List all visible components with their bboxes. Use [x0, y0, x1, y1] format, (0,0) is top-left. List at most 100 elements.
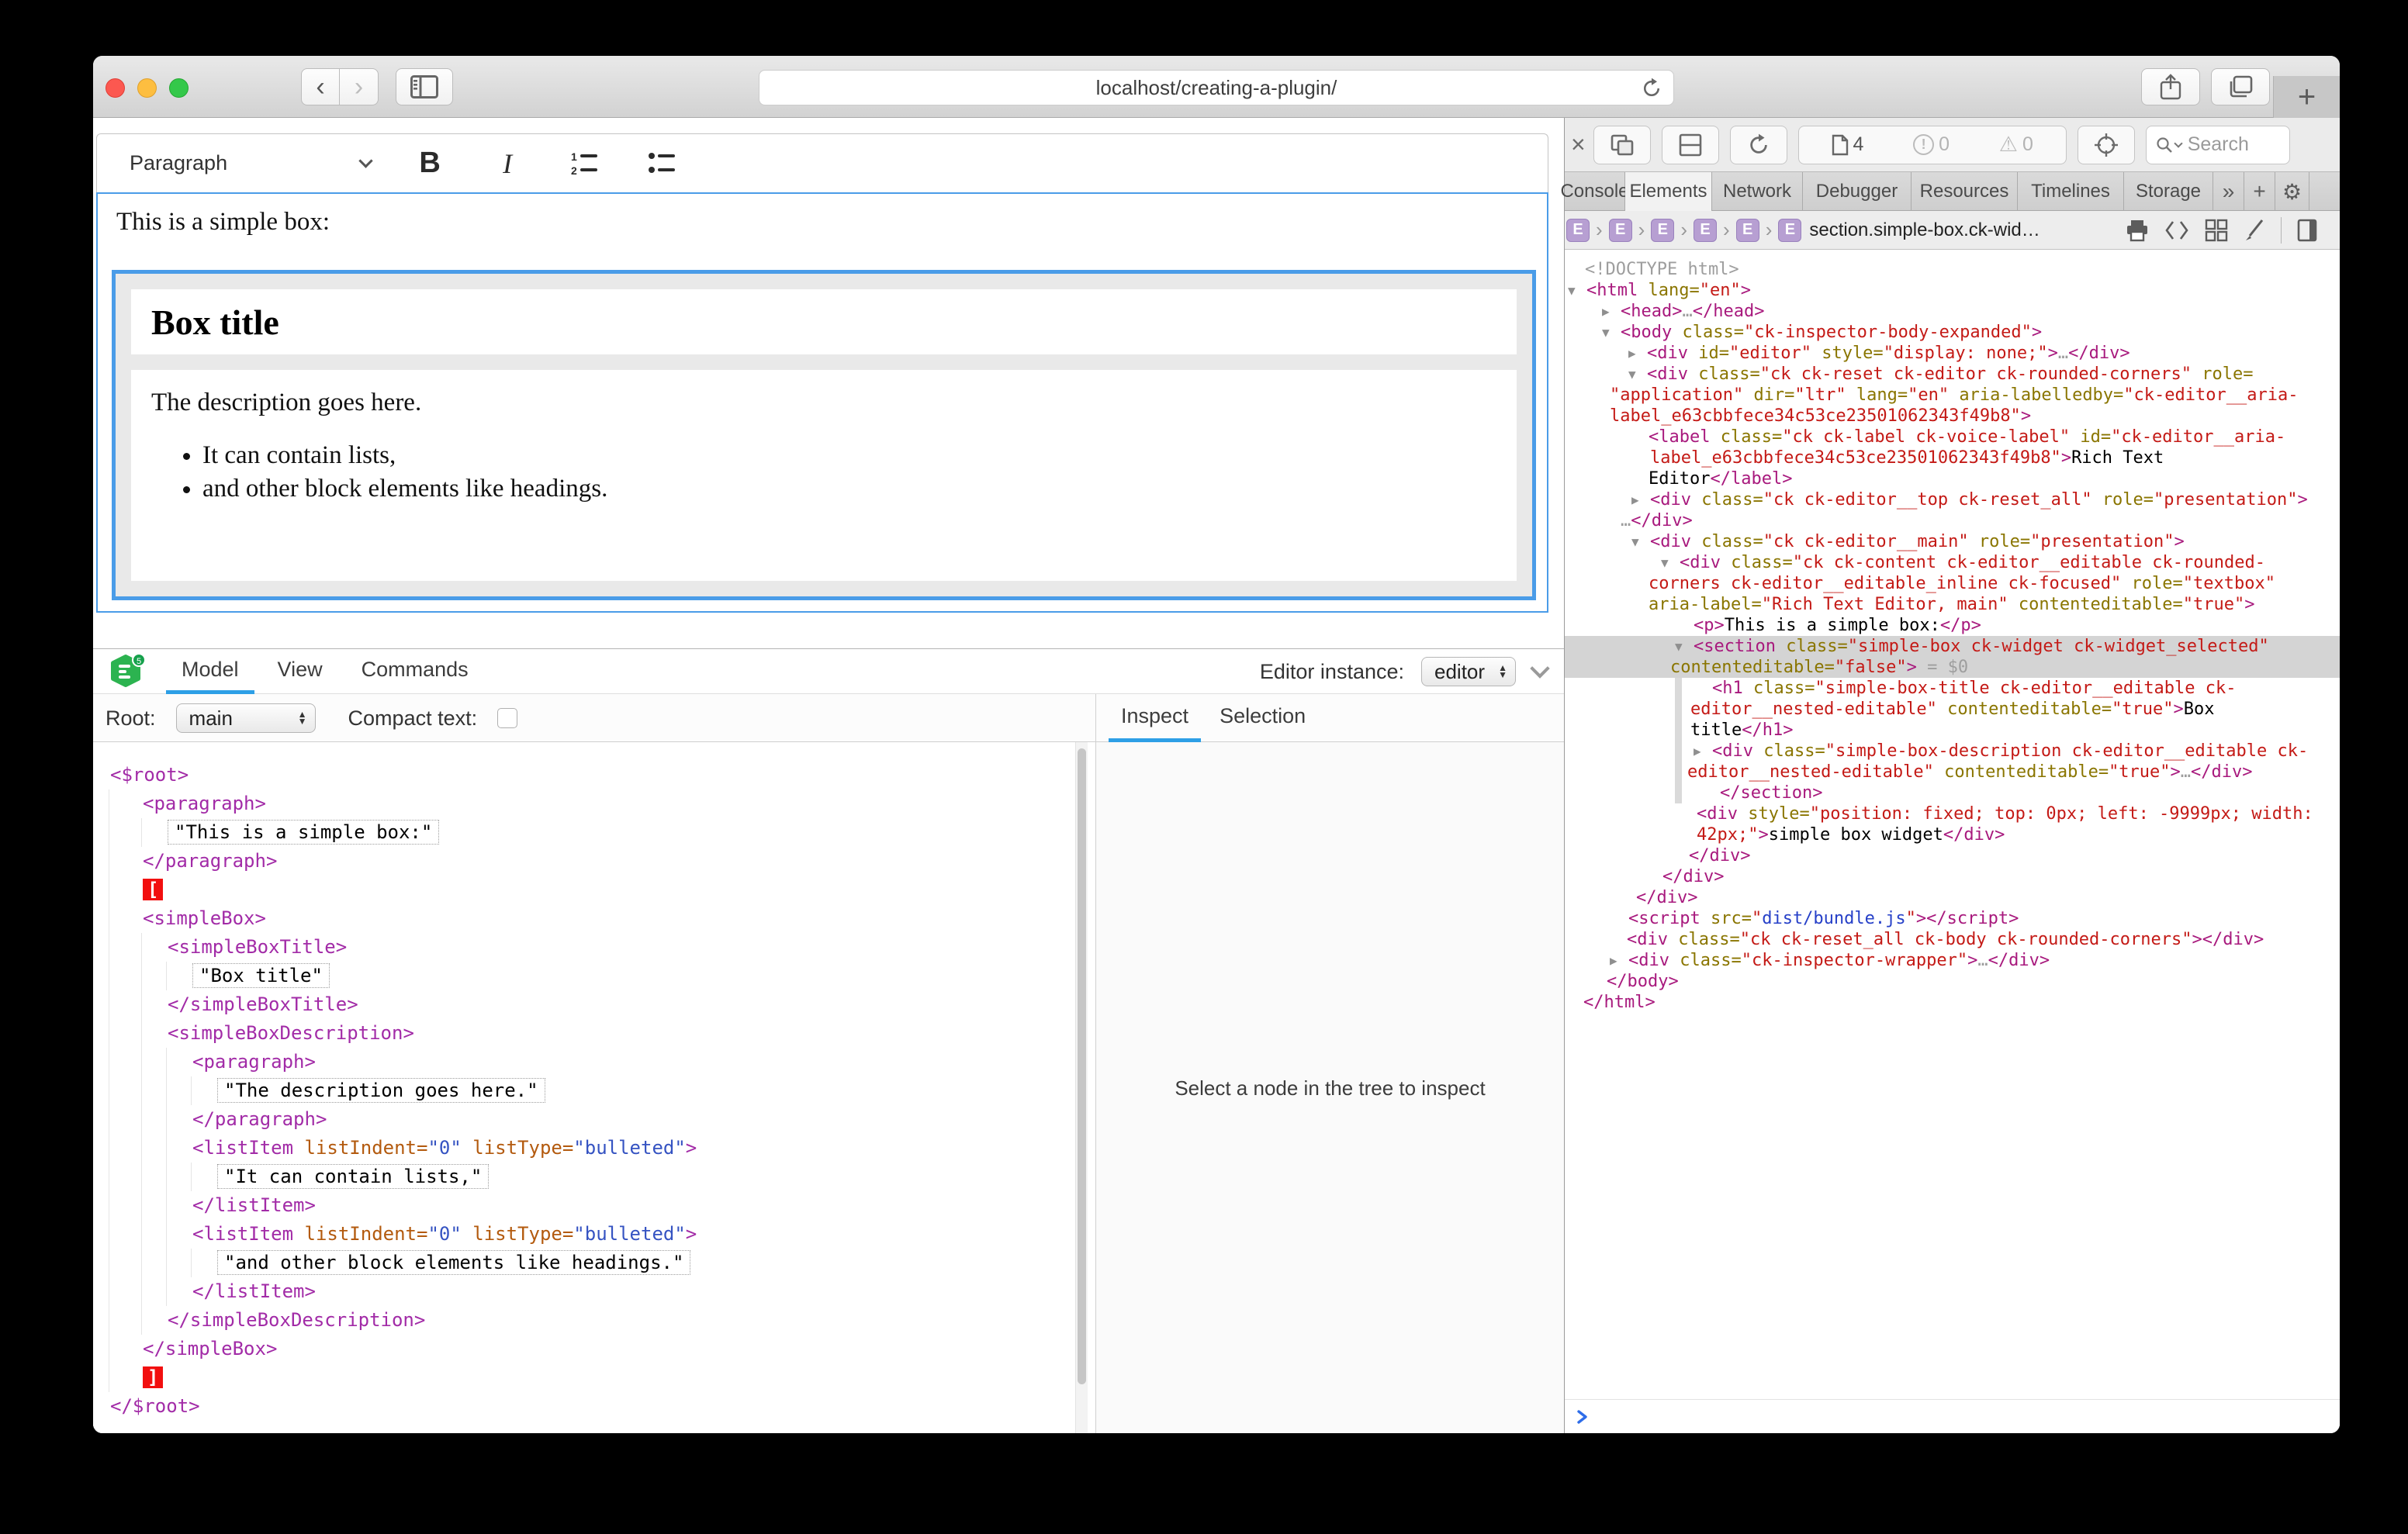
close-devtools-button[interactable]: × — [1571, 130, 1586, 159]
model-tree-node[interactable]: </listItem> — [93, 1191, 1075, 1220]
share-button[interactable] — [2141, 68, 2200, 105]
resource-status-group[interactable]: 4 ! 0 ⚠ 0 — [1798, 126, 2067, 164]
breadcrumb-element-badge[interactable]: E — [1609, 219, 1632, 242]
devtools-code-line[interactable]: label_e63cbbfece34c53ce23501062343f49b8"… — [1565, 447, 2340, 468]
model-tree-node[interactable]: </simpleBoxDescription> — [93, 1306, 1075, 1335]
devtools-settings-gear[interactable]: ⚙ — [2275, 172, 2309, 211]
model-tree-node[interactable]: <listItem listIndent="0" listType="bulle… — [93, 1134, 1075, 1163]
bulleted-list-button[interactable] — [644, 145, 681, 182]
model-tree-node[interactable]: </simpleBoxTitle> — [93, 990, 1075, 1019]
devtools-code-line[interactable]: contenteditable="false"> = $0 — [1565, 657, 2340, 678]
editor-instance-select[interactable]: editor ▲▼ — [1421, 657, 1516, 686]
devtools-tab-timelines[interactable]: Timelines — [2018, 172, 2124, 211]
model-tree-node[interactable]: "and other block elements like headings.… — [93, 1249, 1075, 1277]
model-tree-node[interactable]: "Box title" — [93, 962, 1075, 990]
breadcrumb-element-badge[interactable]: E — [1778, 219, 1801, 242]
devtools-tab-add[interactable]: + — [2244, 172, 2275, 211]
root-select[interactable]: main ▲▼ — [176, 703, 316, 733]
devtools-code-line[interactable]: corners ck-editor__editable_inline ck-fo… — [1565, 573, 2340, 594]
model-text-node[interactable]: "This is a simple box:" — [168, 820, 439, 845]
devtools-code-line[interactable]: <p>This is a simple box:</p> — [1565, 615, 2340, 636]
inspector-tab-commands[interactable]: Commands — [346, 649, 484, 694]
model-tree-node[interactable]: </paragraph> — [93, 847, 1075, 876]
minimize-window-button[interactable] — [137, 78, 157, 98]
breadcrumb-element-badge[interactable]: E — [1651, 219, 1674, 242]
devtools-tab-resources[interactable]: Resources — [1912, 172, 2018, 211]
model-text-node[interactable]: "and other block elements like headings.… — [217, 1250, 690, 1275]
tab-overview-button[interactable] — [2211, 68, 2270, 105]
devtools-code-line[interactable]: "application" dir="ltr" lang="en" aria-l… — [1565, 385, 2340, 406]
devtools-code-line[interactable]: </html> — [1565, 992, 2340, 1013]
devtools-code-line[interactable]: aria-label="Rich Text Editor, main" cont… — [1565, 594, 2340, 615]
model-text-node[interactable]: "The description goes here." — [217, 1078, 545, 1103]
breadcrumb-element-badge[interactable]: E — [1736, 219, 1759, 242]
tree-scrollbar[interactable] — [1075, 742, 1088, 1433]
devtools-code-line[interactable]: ▶<div class="simple-box-description ck-e… — [1565, 741, 2340, 762]
disclosure-open-icon[interactable]: ▼ — [1661, 552, 1669, 573]
devtools-code-line[interactable]: label_e63cbbfece34c53ce23501062343f49b8"… — [1565, 406, 2340, 427]
model-tree-node[interactable]: </listItem> — [93, 1277, 1075, 1306]
print-styles-icon[interactable] — [2126, 219, 2149, 242]
devtools-code-line[interactable]: editor__nested-editable" contenteditable… — [1565, 762, 2340, 783]
disclosure-closed-icon[interactable]: ▶ — [1628, 343, 1636, 364]
model-tree-node[interactable]: "It can contain lists," — [93, 1163, 1075, 1191]
devtools-code-line[interactable]: title</h1> — [1565, 720, 2340, 741]
disclosure-closed-icon[interactable]: ▶ — [1631, 489, 1639, 510]
devtools-code-line[interactable]: <!DOCTYPE html> — [1565, 259, 2340, 280]
model-tree-node[interactable]: <paragraph> — [93, 789, 1075, 818]
model-tree-node[interactable]: <simpleBoxDescription> — [93, 1019, 1075, 1048]
italic-button[interactable]: I — [489, 145, 526, 182]
details-sidebar-icon[interactable] — [2297, 219, 2317, 242]
model-tree-node[interactable]: <$root> — [93, 761, 1075, 789]
devtools-code-line[interactable]: <div class="ck ck-reset_all ck-body ck-r… — [1565, 929, 2340, 950]
disclosure-closed-icon[interactable]: ▶ — [1602, 301, 1610, 322]
devtools-code-line[interactable]: <script src="dist/bundle.js"></script> — [1565, 908, 2340, 929]
new-tab-button[interactable]: + — [2273, 76, 2340, 118]
inspect-element-button[interactable] — [2078, 126, 2135, 164]
devtools-code-line[interactable]: ▼<div class="ck ck-content ck-editor__ed… — [1565, 552, 2340, 573]
devtools-tab-console[interactable]: Console — [1565, 172, 1625, 211]
inspector-tab-model[interactable]: Model — [166, 649, 254, 694]
url-bar[interactable]: localhost/creating-a-plugin/ — [759, 70, 1674, 105]
devtools-code-line[interactable]: ▼<body class="ck-inspector-body-expanded… — [1565, 322, 2340, 343]
devtools-code-line[interactable]: 42px;">simple box widget</div> — [1565, 824, 2340, 845]
heading-dropdown[interactable]: Paragraph — [130, 151, 371, 175]
model-tree-node[interactable]: "The description goes here." — [93, 1076, 1075, 1105]
sidebar-toggle-button[interactable] — [396, 68, 453, 105]
reload-icon[interactable] — [1641, 78, 1662, 99]
close-window-button[interactable] — [106, 78, 125, 98]
devtools-code-line[interactable]: ▼<div class="ck ck-reset ck-editor ck-ro… — [1565, 364, 2340, 385]
disclosure-closed-icon[interactable]: ▶ — [1694, 741, 1701, 762]
grid-overlay-icon[interactable] — [2205, 219, 2228, 242]
simple-box-widget[interactable]: Box title The description goes here. It … — [112, 270, 1536, 600]
scrollbar-thumb[interactable] — [1078, 748, 1086, 1384]
devtools-code-line[interactable]: </section> — [1565, 783, 2340, 803]
devtools-tab-elements[interactable]: Elements — [1625, 172, 1712, 211]
back-button[interactable]: ‹ — [301, 68, 340, 105]
model-tree-node[interactable]: [ — [93, 876, 1075, 904]
devtools-code-line[interactable]: ▼<html lang="en"> — [1565, 280, 2340, 301]
dock-bottom-button[interactable] — [1662, 126, 1719, 164]
inspector-side-tab-inspect[interactable]: Inspect — [1109, 694, 1201, 742]
model-text-node[interactable]: "It can contain lists," — [217, 1164, 489, 1189]
devtools-code-line[interactable]: <div style="position: fixed; top: 0px; l… — [1565, 803, 2340, 824]
devtools-code-line[interactable]: </div> — [1565, 887, 2340, 908]
devtools-search-field[interactable]: Search — [2146, 126, 2290, 164]
inspector-tab-view[interactable]: View — [262, 649, 338, 694]
disclosure-open-icon[interactable]: ▼ — [1628, 364, 1636, 385]
model-tree-node[interactable]: <simpleBox> — [93, 904, 1075, 933]
breadcrumb-element-badge[interactable]: E — [1694, 219, 1717, 242]
devtools-code-line[interactable]: Editor</label> — [1565, 468, 2340, 489]
collapse-inspector-icon[interactable] — [1530, 658, 1549, 678]
disclosure-open-icon[interactable]: ▼ — [1675, 636, 1683, 657]
devtools-tab-overflow[interactable]: » — [2213, 172, 2244, 211]
devtools-tab-storage[interactable]: Storage — [2124, 172, 2213, 211]
rich-text-editable[interactable]: This is a simple box: Box title The desc… — [96, 192, 1548, 613]
devtools-code-line[interactable]: </div> — [1565, 845, 2340, 866]
force-styles-brush-icon[interactable] — [2244, 219, 2265, 242]
devtools-code-line[interactable]: editor__nested-editable" contenteditable… — [1565, 699, 2340, 720]
devtools-code-line[interactable]: ▶<head>…</head> — [1565, 301, 2340, 322]
simple-box-title[interactable]: Box title — [131, 289, 1517, 354]
devtools-code-line[interactable]: ▶<div id="editor" style="display: none;"… — [1565, 343, 2340, 364]
disclosure-open-icon[interactable]: ▼ — [1631, 531, 1639, 552]
